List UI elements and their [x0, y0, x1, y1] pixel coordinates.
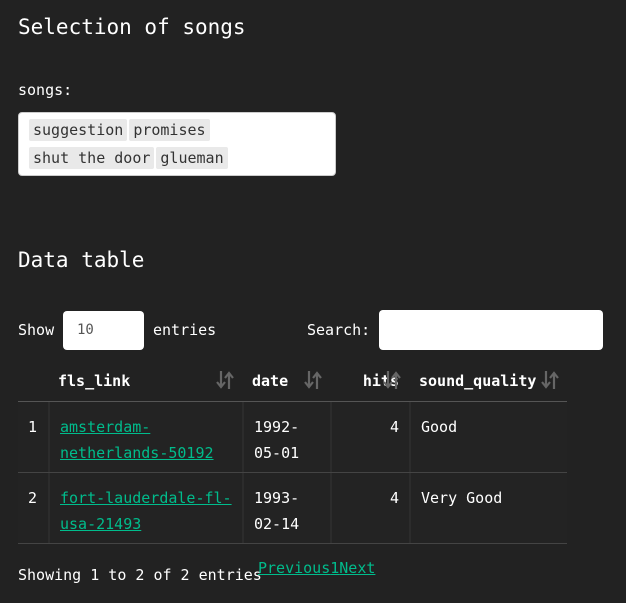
column-header-hits[interactable]: hits	[330, 361, 409, 401]
column-header-date[interactable]: date	[242, 361, 330, 401]
songs-label: songs:	[18, 81, 73, 99]
column-header-sound-quality[interactable]: sound_quality	[409, 361, 567, 401]
sort-both-icon	[383, 371, 401, 389]
song-chip[interactable]: glueman	[156, 147, 228, 169]
show-label: Show	[18, 321, 55, 339]
song-chip[interactable]: shut the door	[29, 147, 155, 169]
date-cell: 1992-05-01	[242, 402, 330, 472]
fls-link-cell: amsterdam-netherlands-50192	[48, 402, 242, 472]
column-header-fls-link[interactable]: fls_link	[48, 361, 242, 401]
songs-multiselect[interactable]: suggestion promises shut the door glueman	[18, 112, 336, 176]
column-header-label: fls_link	[58, 372, 131, 390]
song-chip[interactable]: suggestion	[29, 119, 128, 141]
hits-cell: 4	[330, 402, 409, 472]
entries-label: entries	[153, 321, 217, 339]
row-index: 1	[18, 402, 48, 472]
entries-length-select[interactable]: 10	[63, 311, 144, 350]
sound-quality-cell: Very Good	[409, 473, 567, 543]
table-info: Showing 1 to 2 of 2 entries	[18, 566, 262, 584]
data-table: fls_link date hits sound_quality 1 amste…	[18, 361, 567, 544]
pagination: Previous1Next	[258, 558, 375, 578]
sort-both-icon	[216, 371, 234, 389]
next-button[interactable]: Next	[339, 559, 375, 577]
hits-cell: 4	[330, 473, 409, 543]
previous-button[interactable]: Previous	[258, 559, 330, 577]
column-header-label: sound_quality	[419, 372, 537, 390]
row-index: 2	[18, 473, 48, 543]
fls-link-cell: fort-lauderdale-fl-usa-21493	[48, 473, 242, 543]
sort-both-icon	[304, 371, 322, 389]
sound-quality-cell: Good	[409, 402, 567, 472]
page: Selection of songs songs: suggestion prom…	[0, 0, 626, 603]
column-header-index	[18, 361, 48, 401]
table-row: 2 fort-lauderdale-fl-usa-21493 1993-02-1…	[18, 473, 567, 544]
sort-both-icon	[541, 371, 559, 389]
song-chip[interactable]: promises	[129, 119, 210, 141]
column-header-label: date	[252, 372, 289, 390]
fls-link[interactable]: fort-lauderdale-fl-usa-21493	[60, 489, 232, 533]
search-input[interactable]	[379, 310, 603, 350]
page-title: Selection of songs	[18, 15, 246, 39]
fls-link[interactable]: amsterdam-netherlands-50192	[60, 418, 214, 462]
page-button-1[interactable]: 1	[330, 559, 339, 577]
table-row: 1 amsterdam-netherlands-50192 1992-05-01…	[18, 402, 567, 473]
search-label: Search:	[307, 321, 371, 339]
table-header: fls_link date hits sound_quality	[18, 361, 567, 402]
table-title: Data table	[18, 248, 145, 272]
date-cell: 1993-02-14	[242, 473, 330, 543]
